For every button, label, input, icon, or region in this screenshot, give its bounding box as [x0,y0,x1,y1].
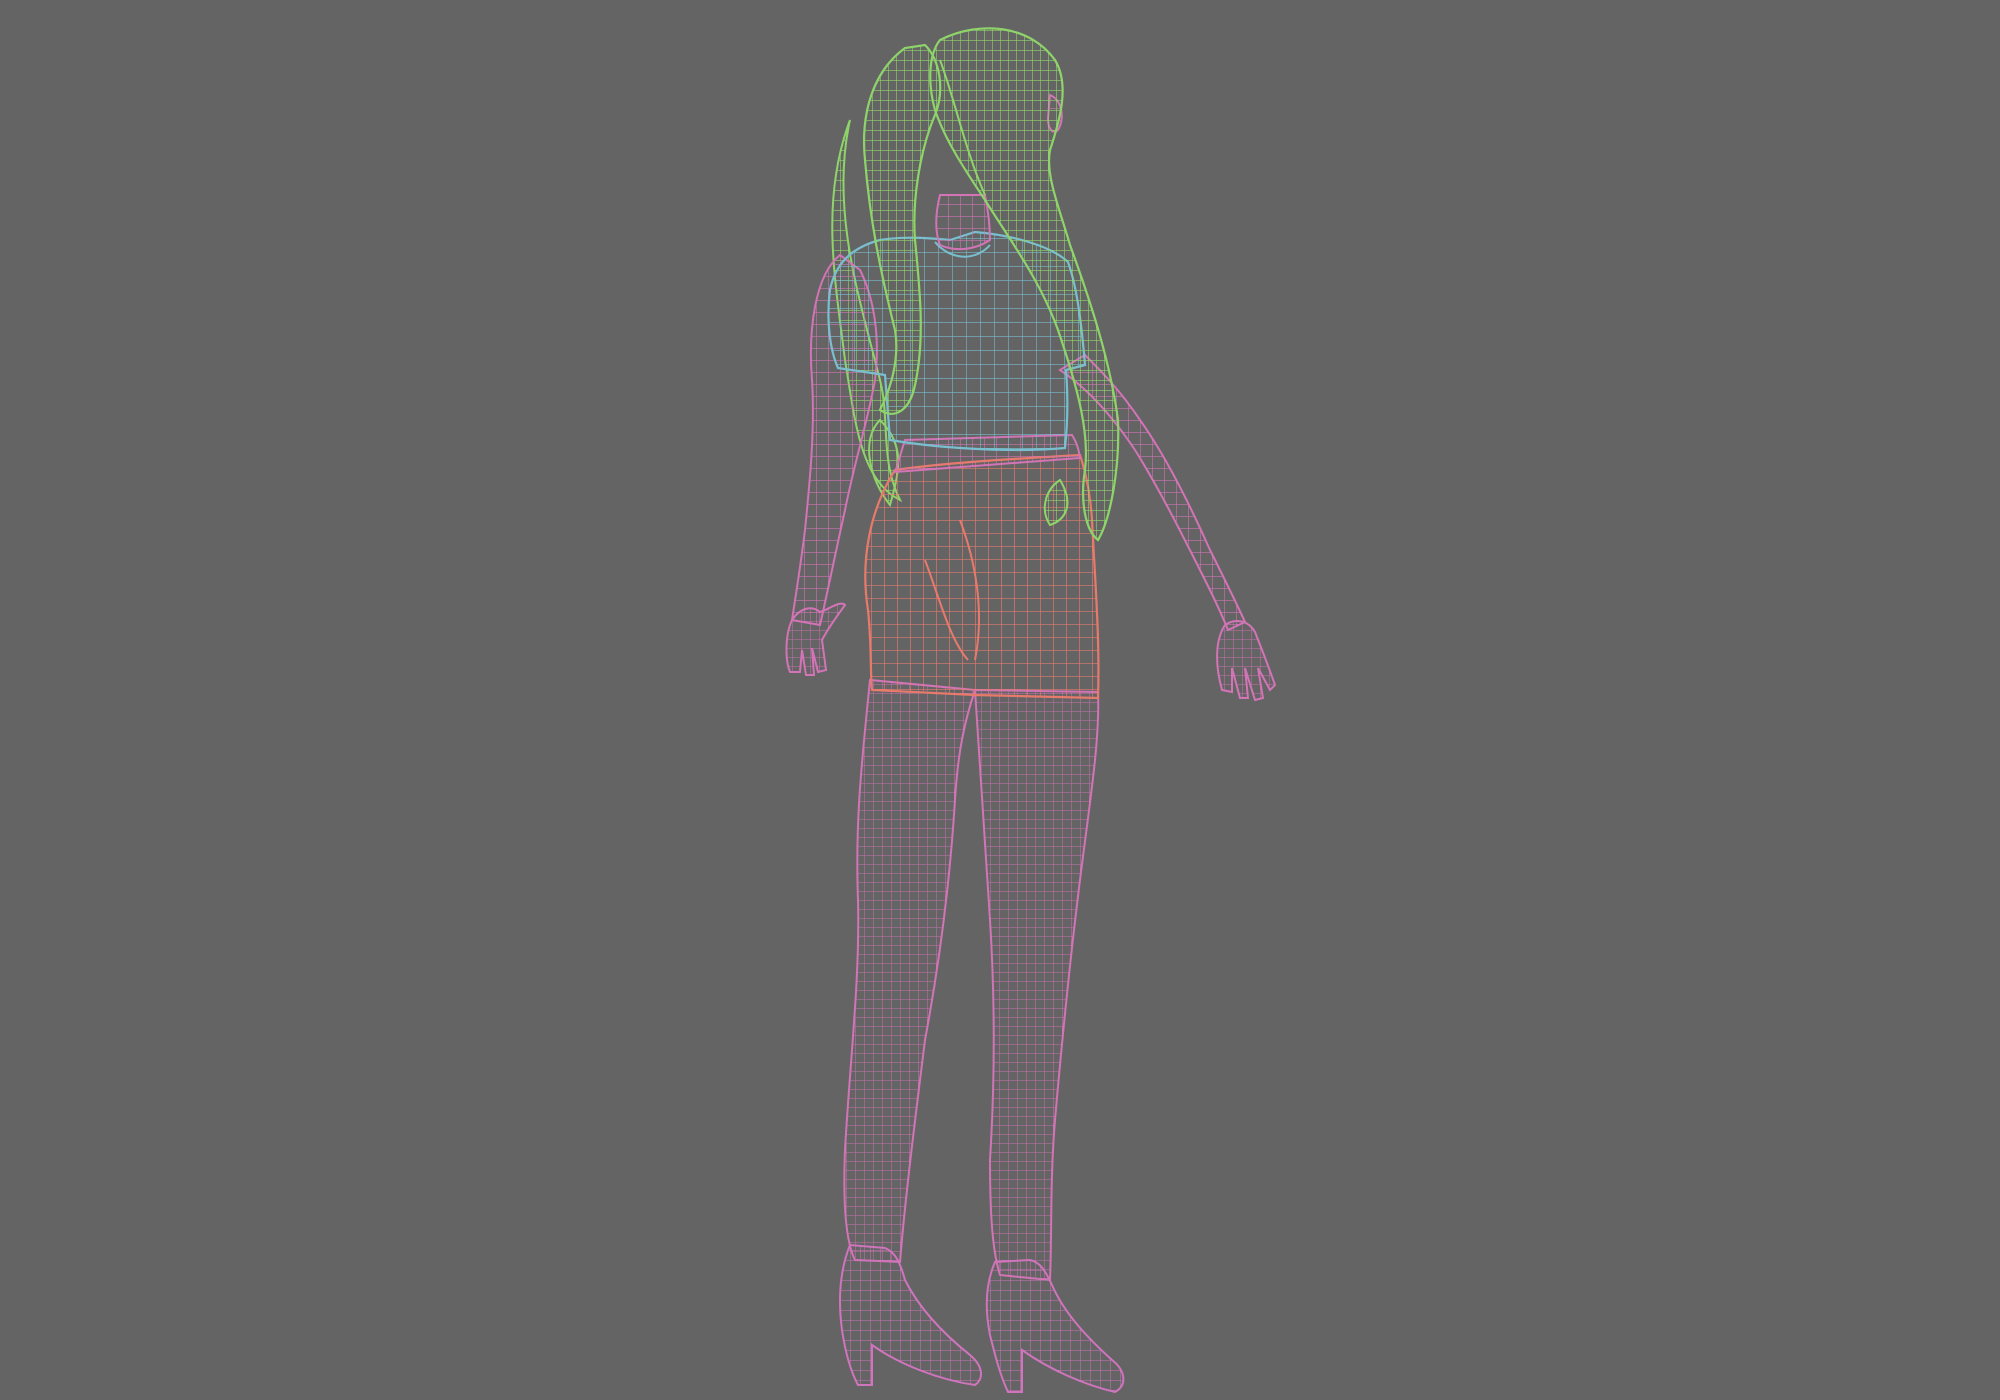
3d-viewport[interactable] [0,0,2000,1400]
legs-mesh [843,678,1100,1282]
left-shoe-mesh [839,1243,982,1387]
wireframe-character-model[interactable] [0,0,2000,1400]
right-shoe-mesh [985,1258,1125,1394]
neck-mesh [935,194,992,251]
